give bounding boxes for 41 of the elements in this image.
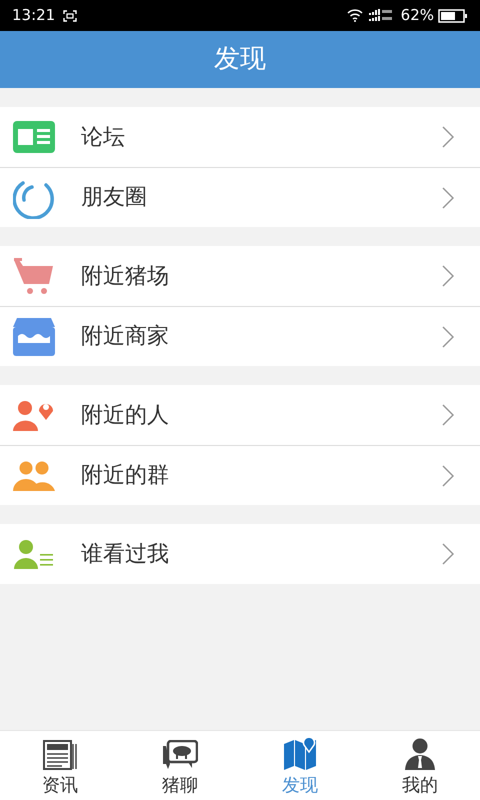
- menu-item[interactable]: 附近的人: [0, 385, 480, 445]
- menu-item[interactable]: 附近猪场: [0, 246, 480, 306]
- person-list-icon: [13, 539, 55, 569]
- chevron-icon: [442, 326, 454, 348]
- user-tie-icon: [405, 738, 435, 770]
- two-people-icon: [13, 460, 55, 490]
- chevron-icon: [442, 186, 454, 208]
- cart-icon: [13, 257, 55, 295]
- person-pin-icon: [13, 399, 55, 431]
- chevron-icon: [442, 404, 454, 426]
- tab[interactable]: 猪聊: [120, 731, 240, 800]
- chevron-icon: [442, 126, 454, 148]
- status-time: 13:21: [12, 5, 56, 26]
- menu-item[interactable]: 朋友圈: [0, 167, 480, 227]
- menu-item[interactable]: 附近商家: [0, 306, 480, 366]
- tab[interactable]: 资讯: [0, 731, 120, 800]
- store-icon: [13, 318, 55, 356]
- menu-label: 附近的人: [81, 402, 170, 430]
- battery-percent: 62%: [400, 5, 434, 26]
- menu-label: 附近的群: [81, 462, 170, 490]
- wifi-icon: [346, 9, 363, 22]
- page-title: 发现: [214, 43, 266, 76]
- menu-label: 谁看过我: [81, 540, 170, 568]
- pig-chat-icon: [162, 740, 198, 770]
- chevron-icon: [442, 265, 454, 287]
- chevron-icon: [442, 543, 454, 565]
- menu-label: 朋友圈: [81, 184, 148, 212]
- menu-label: 附近商家: [81, 323, 170, 351]
- menu-label: 论坛: [81, 124, 126, 152]
- menu-label: 附近猪场: [81, 262, 170, 290]
- signal-icon: [368, 9, 395, 22]
- map-pin-icon: [283, 738, 317, 770]
- chevron-icon: [442, 464, 454, 486]
- menu-item[interactable]: 附近的群: [0, 445, 480, 505]
- battery-icon: [438, 8, 468, 22]
- card-icon: [13, 121, 55, 153]
- newspaper-icon: [43, 740, 77, 770]
- menu-item[interactable]: 论坛: [0, 107, 480, 167]
- screenshot-icon: [63, 10, 78, 22]
- tab[interactable]: 我的: [360, 731, 480, 800]
- menu-item[interactable]: 谁看过我: [0, 524, 480, 584]
